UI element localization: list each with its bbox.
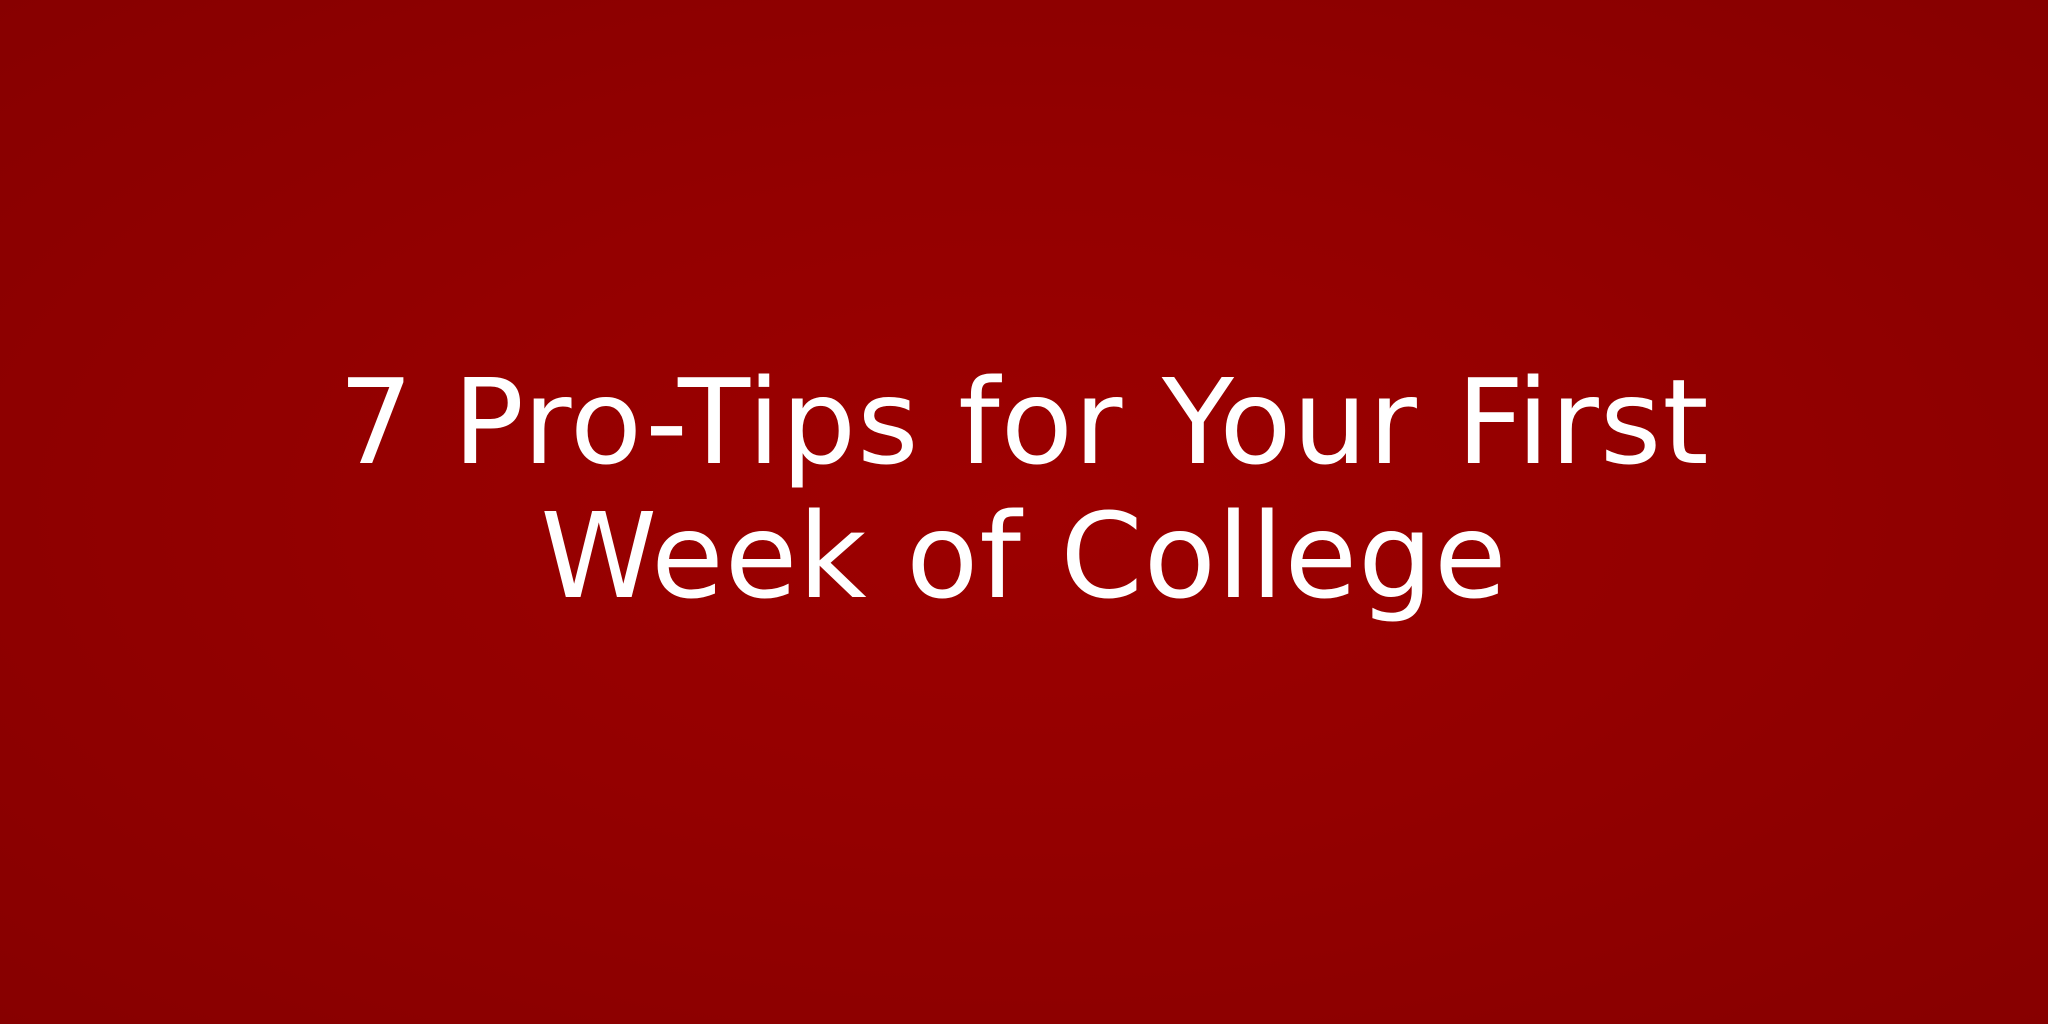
title-banner: 7 Pro-Tips for Your First Week of Colleg… (0, 0, 2048, 1024)
headline-line-1: 7 Pro-Tips for Your First (338, 353, 1710, 491)
banner-headline: 7 Pro-Tips for Your First Week of Colleg… (94, 355, 1954, 623)
headline-line-2: Week of College (540, 487, 1508, 625)
